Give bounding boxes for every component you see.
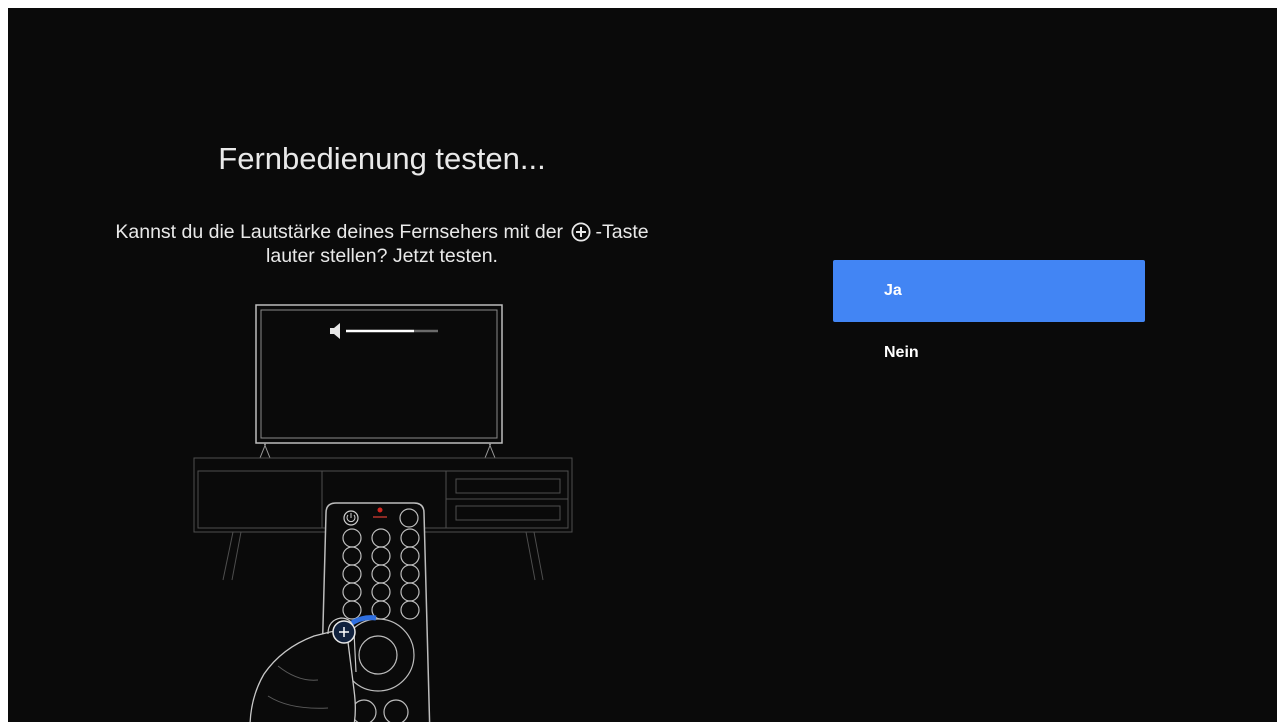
plus-circle-icon	[571, 222, 591, 242]
no-button[interactable]: Nein	[833, 322, 1145, 384]
volume-icon	[330, 323, 438, 339]
setup-screen: Fernbedienung testen... Kannst du die La…	[8, 8, 1277, 722]
question-text-part2: -Taste	[595, 221, 649, 243]
tv-icon	[255, 304, 503, 459]
question-text-part1: Kannst du die Lautstärke deines Fernsehe…	[115, 221, 564, 243]
hand-icon	[249, 617, 357, 722]
yes-button[interactable]: Ja	[833, 260, 1145, 322]
answer-options: Ja Nein	[833, 260, 1145, 384]
question-text: Kannst du die Lautstärke deines Fernsehe…	[8, 220, 756, 268]
page-title: Fernbedienung testen...	[218, 141, 546, 176]
question-text-line2: lauter stellen? Jetzt testen.	[266, 245, 498, 267]
remote-test-illustration	[193, 304, 573, 722]
